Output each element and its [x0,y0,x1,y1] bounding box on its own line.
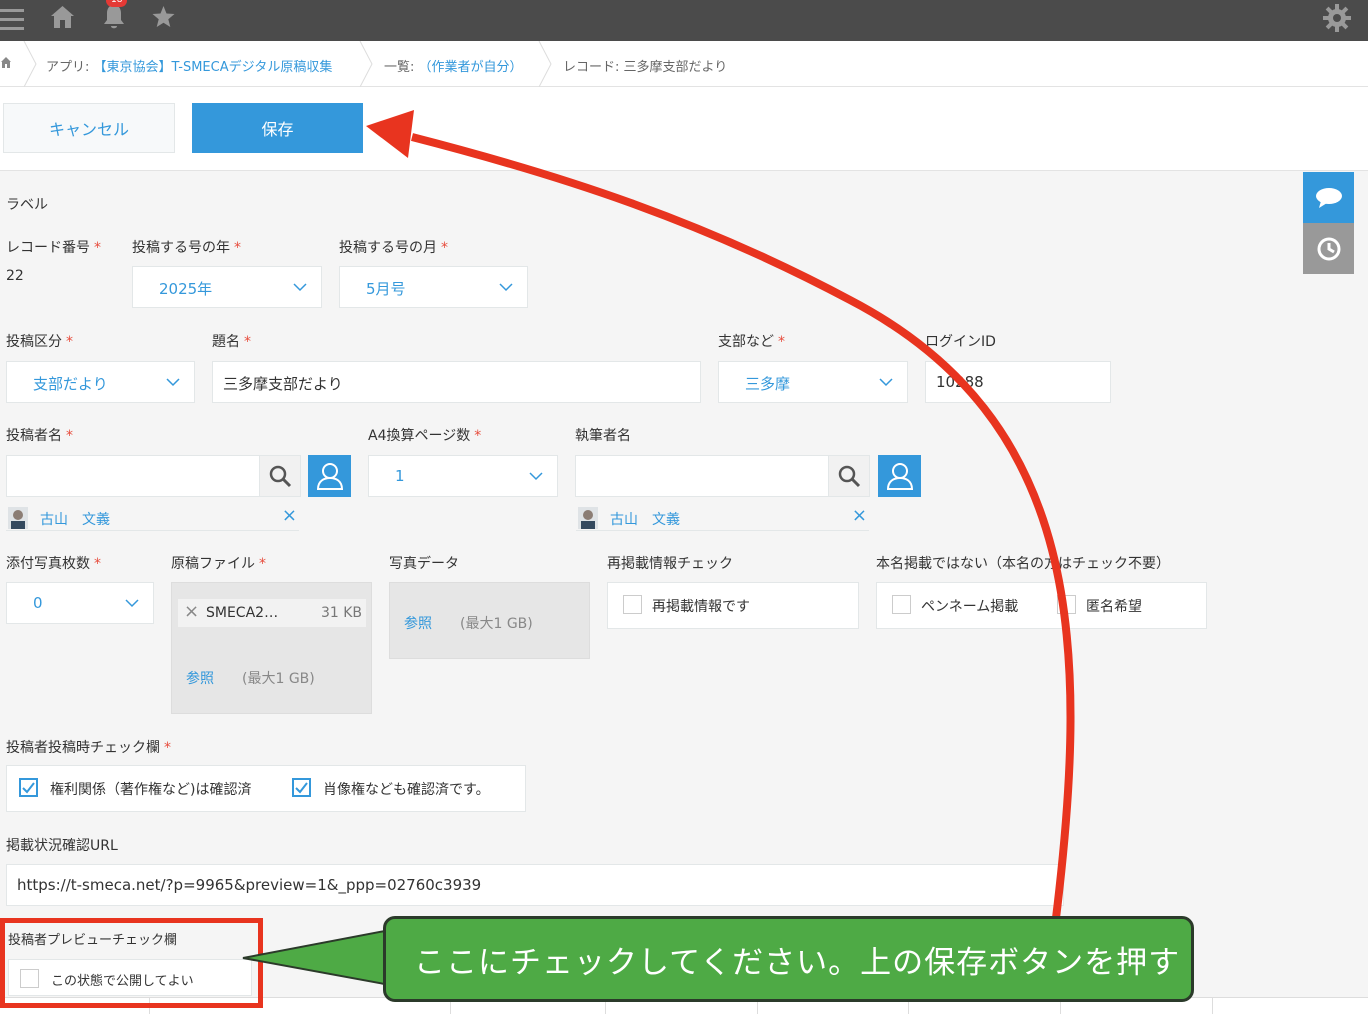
submit-check-box: 権利関係（著作権など)は確認済 肖像権なども確認済です。 [6,765,526,812]
chevron-down-icon [166,378,180,387]
instruction-callout: ここにチェックしてください。上の保存ボタンを押す [383,916,1194,1002]
title-input[interactable]: 三多摩支部だより [212,361,701,403]
penname-checkbox[interactable] [892,595,911,614]
remove-user-icon[interactable]: × [282,505,297,526]
author-user-picker-button[interactable] [878,455,921,497]
branch-select[interactable]: 三多摩 [718,361,908,403]
chevron-down-icon [293,283,307,292]
category-select[interactable]: 支部だより [6,361,195,403]
user-icon [316,463,343,490]
chevron-down-icon [879,378,893,387]
uploaded-file: × SMECA2… 31 KB [178,599,366,627]
manuscript-browse-link[interactable]: 参照 [186,668,214,688]
history-icon [1317,237,1340,260]
category-label: 投稿区分 * [6,334,73,350]
pages-label: A4換算ページ数 * [368,428,482,444]
remove-user-icon[interactable]: × [852,505,867,526]
search-icon [838,465,861,488]
realname-box: ペンネーム掲載 匿名希望 [876,582,1207,629]
author-chip: 古山 文義 × [576,505,869,531]
breadcrumb: アプリ: 【東京協会】T-SMECAデジタル原稿収集 一覧: （作業者が自分） … [0,41,1368,87]
action-bar: キャンセル 保存 [0,87,1368,171]
login-id-input[interactable]: 10288 [925,361,1111,403]
login-id-label: ログインID [925,334,996,350]
pages-select[interactable]: 1 [368,455,558,497]
comment-icon [1315,187,1342,208]
manuscript-label: 原稿ファイル * [171,556,266,572]
author-input[interactable] [575,455,829,497]
photos-label: 添付写真枚数 * [6,556,101,572]
year-select[interactable]: 2025年 [132,266,322,308]
chevron-down-icon [499,283,513,292]
submitter-chip: 古山 文義 × [6,505,299,531]
photo-max-size: (最大1 GB) [460,616,533,632]
author-search-button[interactable] [828,455,870,497]
home-crumb-icon[interactable] [0,56,12,74]
checkmark-icon [295,782,308,794]
comment-button[interactable] [1303,172,1354,223]
realname-label: 本名掲載ではない（本名の方はチェック不要） [876,556,1170,572]
avatar [578,507,598,529]
submitter-search-button[interactable] [259,455,301,497]
avatar [8,507,28,529]
submit-check-label: 投稿者投稿時チェック欄 * [6,740,171,756]
star-icon[interactable] [150,3,177,35]
breadcrumb-list[interactable]: 一覧: （作業者が自分） [384,56,523,75]
submitter-user-picker-button[interactable] [308,455,351,497]
photo-browse-link[interactable]: 参照 [404,613,432,633]
breadcrumb-app[interactable]: アプリ: 【東京協会】T-SMECAデジタル原稿収集 [46,56,332,75]
chevron-down-icon [529,472,543,481]
chevron-down-icon [125,599,139,608]
title-label: 題名 * [212,334,251,350]
bell-icon[interactable] [101,3,127,35]
year-label: 投稿する号の年 * [132,240,241,256]
breadcrumb-separator-icon [359,41,373,87]
highlight-box [0,918,263,1008]
search-icon [269,465,292,488]
submitter-input[interactable] [6,455,260,497]
remove-file-icon[interactable]: × [184,601,199,622]
url-label: 掲載状況確認URL [6,838,118,854]
photos-select[interactable]: 0 [6,582,154,624]
author-label: 執筆者名 [575,428,631,444]
top-bar: 18 [0,0,1368,41]
home-icon[interactable] [49,3,76,35]
repost-box: 再掲載情報です [607,582,859,629]
portrait-rights-checkbox[interactable] [292,778,311,797]
repost-checkbox[interactable] [623,595,642,614]
submitter-label: 投稿者名 * [6,428,73,444]
month-label: 投稿する号の月 * [339,240,448,256]
month-select[interactable]: 5月号 [339,266,528,308]
breadcrumb-record: レコード: 三多摩支部だより [563,60,728,75]
checkmark-icon [22,782,35,794]
anonymous-checkbox[interactable] [1057,595,1076,614]
record-number-label: レコード番号 * [6,240,101,256]
manuscript-upload-panel: × SMECA2… 31 KB 参照 (最大1 GB) [171,582,372,714]
record-number-value: 22 [6,268,24,284]
url-input[interactable]: https://t-smeca.net/?p=9965&preview=1&_p… [6,864,1064,906]
branch-label: 支部など * [718,334,785,350]
manuscript-max-size: (最大1 GB) [242,671,315,687]
menu-icon[interactable] [0,3,24,41]
save-button[interactable]: 保存 [192,103,363,153]
user-icon [886,463,913,490]
photo-data-label: 写真データ [389,556,459,572]
history-button[interactable] [1303,223,1354,274]
repost-label: 再掲載情報チェック [607,556,733,572]
breadcrumb-separator-icon [538,41,552,87]
breadcrumb-separator-icon [23,41,37,87]
photo-upload-panel: 参照 (最大1 GB) [389,582,590,659]
rights-checkbox[interactable] [19,778,38,797]
cancel-button[interactable]: キャンセル [3,103,175,153]
gear-icon[interactable] [1322,3,1352,37]
label-section-title: ラベル [6,197,48,213]
